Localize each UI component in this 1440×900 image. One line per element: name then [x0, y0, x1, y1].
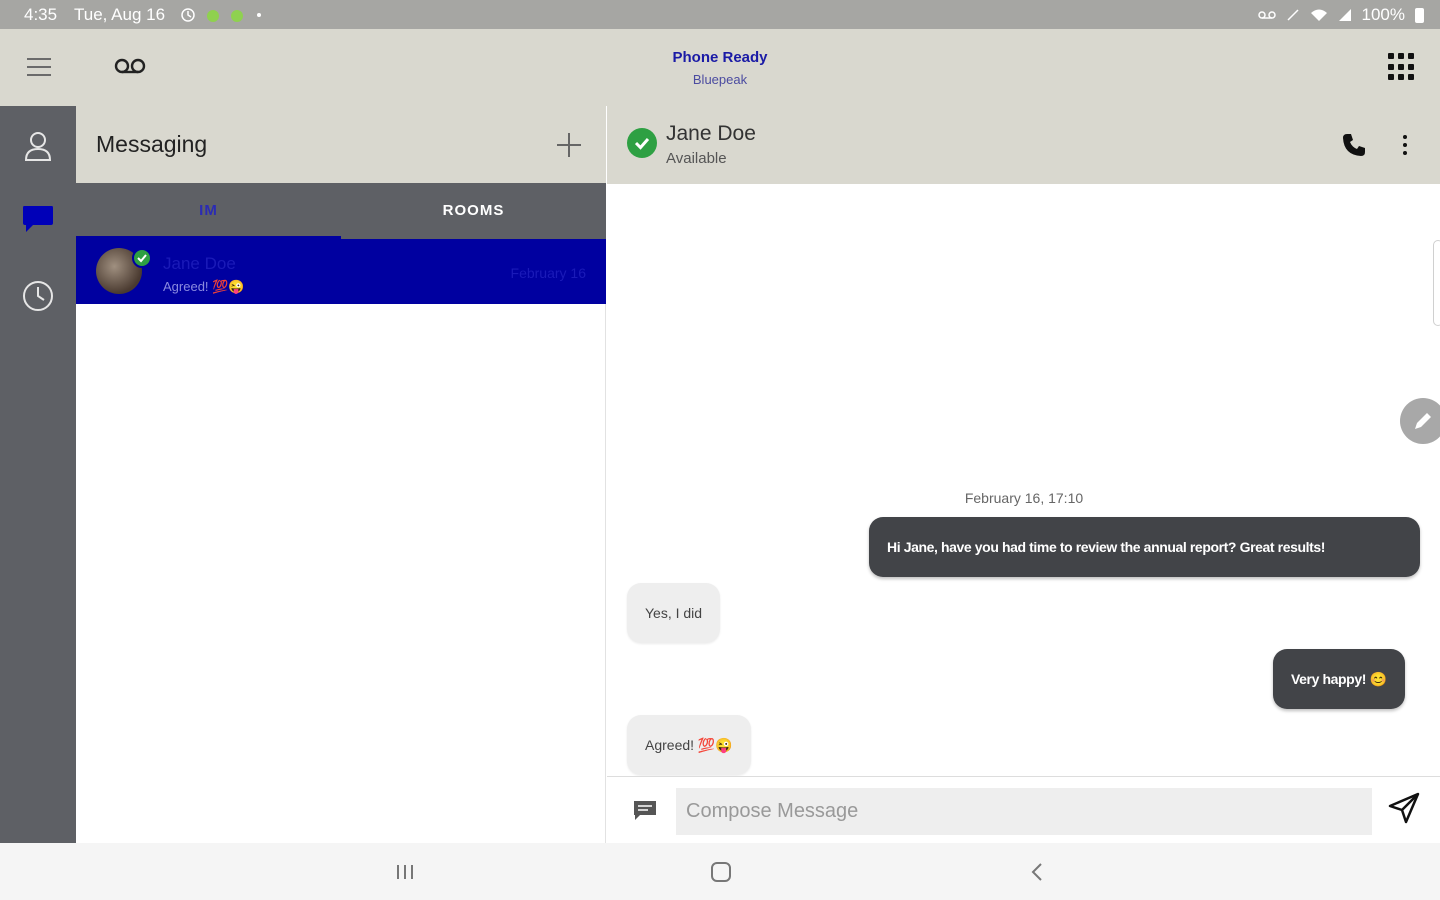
contacts-button[interactable]	[18, 126, 58, 166]
app-status-title: Phone Ready	[672, 49, 768, 66]
pencil-icon	[1415, 413, 1431, 429]
menu-icon-line	[27, 66, 51, 68]
message-date-separator: February 16, 17:10	[964, 490, 1084, 506]
messaging-header: Messaging	[76, 106, 606, 183]
conversation-item[interactable]: Jane Doe Agreed! 💯😜 February 16	[76, 239, 606, 304]
app-bar: Phone Ready Bluepeak	[0, 29, 1440, 106]
notification-dot-icon	[257, 13, 261, 17]
chat-header: Jane Doe Available	[607, 106, 1440, 184]
android-icon	[207, 10, 219, 22]
battery-percent: 100%	[1361, 5, 1405, 24]
status-time: 4:35	[24, 5, 58, 24]
back-chevron-icon	[1031, 863, 1042, 881]
voicemail-status-icon	[1257, 11, 1276, 19]
chat-contact-name: Jane Doe	[666, 122, 756, 145]
mute-icon	[1286, 9, 1299, 21]
home-icon	[711, 862, 731, 882]
battery-icon	[1415, 7, 1424, 23]
home-button[interactable]	[706, 857, 736, 887]
conversation-name: Jane Doe	[163, 254, 236, 273]
wifi-icon	[1310, 9, 1327, 21]
messaging-tabs: IM ROOMS	[76, 183, 606, 239]
alarm-icon	[181, 8, 195, 22]
nav-rail	[0, 106, 76, 843]
recents-icon	[397, 865, 413, 879]
message-incoming[interactable]: Yes, I did	[627, 583, 721, 643]
more-options-button[interactable]	[1399, 132, 1411, 158]
side-panel-handle[interactable]	[1433, 240, 1440, 326]
message-composer	[607, 776, 1440, 843]
send-icon[interactable]	[1387, 791, 1421, 825]
message-type-icon[interactable]	[632, 799, 658, 821]
menu-button[interactable]	[27, 58, 51, 76]
available-status-icon	[627, 128, 657, 158]
message-incoming[interactable]: Agreed! 💯😜	[627, 715, 751, 775]
message-outgoing[interactable]: Hi Jane, have you had time to review the…	[869, 517, 1420, 577]
clock-icon	[23, 281, 53, 311]
edit-fab-button[interactable]	[1400, 398, 1440, 444]
signal-icon	[1338, 9, 1351, 21]
online-status-icon	[132, 248, 152, 268]
messaging-title: Messaging	[96, 131, 208, 157]
android-icon-2	[231, 10, 243, 22]
app-status-subtitle: Bluepeak	[692, 72, 748, 87]
phone-icon[interactable]	[1341, 132, 1367, 158]
chat-bubble-icon	[23, 206, 53, 232]
chat-contact-status: Available	[666, 150, 727, 167]
message-outgoing[interactable]: Very happy! 😊	[1273, 649, 1405, 709]
menu-icon-line	[27, 58, 51, 60]
back-button[interactable]	[1022, 857, 1052, 887]
tab-im[interactable]: IM	[76, 183, 341, 239]
tab-rooms[interactable]: ROOMS	[341, 183, 606, 239]
add-icon[interactable]	[554, 130, 584, 160]
conversation-date: February 16	[510, 265, 586, 281]
menu-icon-line	[27, 74, 51, 76]
voicemail-icon[interactable]	[112, 53, 148, 81]
compose-message-input[interactable]	[676, 788, 1372, 835]
history-button[interactable]	[18, 276, 58, 316]
person-icon	[24, 132, 52, 161]
messaging-button[interactable]	[18, 199, 58, 239]
conversation-preview: Agreed! 💯😜	[163, 279, 245, 294]
status-date: Tue, Aug 16	[74, 5, 166, 24]
system-nav-bar	[0, 843, 1440, 900]
system-status-bar: 4:35 Tue, Aug 16 100%	[0, 0, 1440, 29]
conversation-list: Jane Doe Agreed! 💯😜 February 16	[76, 239, 606, 843]
dialpad-grid-icon[interactable]	[1388, 53, 1416, 81]
recent-apps-button[interactable]	[390, 857, 420, 887]
